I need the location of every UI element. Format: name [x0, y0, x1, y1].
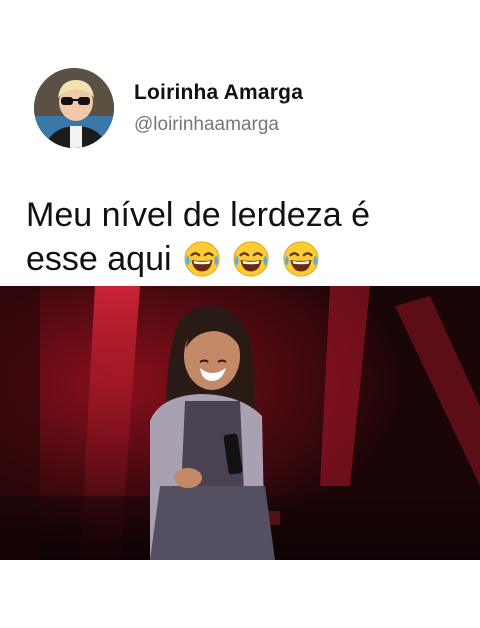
handle[interactable]: @loirinhaamarga	[134, 114, 303, 136]
tweet-text-line-2-text: esse aqui	[26, 240, 172, 278]
laughing-emoji-icon	[233, 241, 270, 277]
laughing-emoji-icon	[184, 241, 220, 277]
video-player[interactable]	[0, 286, 480, 560]
tweet-text-line-2: esse aqui	[26, 237, 466, 281]
author-info: Loirinha Amarga @loirinhaamarga	[134, 81, 303, 136]
tweet-text-line-1: Meu nível de lerdeza é	[26, 196, 370, 234]
display-name[interactable]: Loirinha Amarga	[134, 81, 303, 105]
video-frame	[0, 286, 480, 560]
laughing-emoji-icon	[283, 241, 319, 277]
avatar[interactable]	[34, 68, 114, 148]
tweet-text: Meu nível de lerdeza é esse aqui	[26, 193, 466, 281]
tweet-header: Loirinha Amarga @loirinhaamarga	[34, 68, 303, 148]
